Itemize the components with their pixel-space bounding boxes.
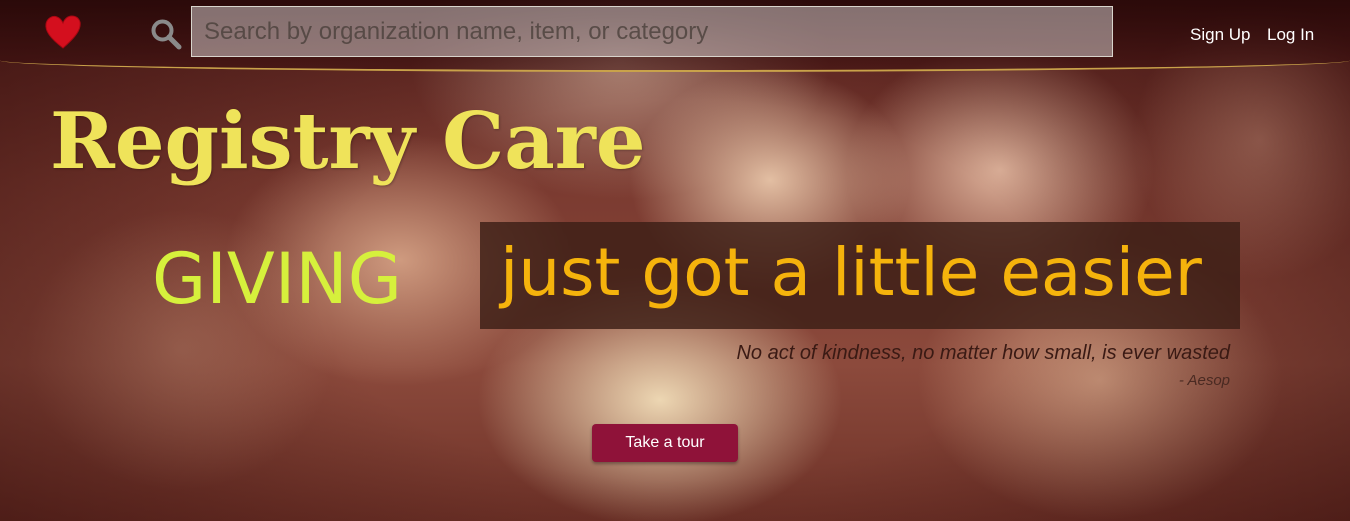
giving-headline: GIVING (152, 238, 403, 320)
heart-logo-icon[interactable] (44, 14, 82, 50)
tagline-banner: just got a little easier (480, 222, 1240, 329)
search-icon[interactable] (150, 18, 182, 50)
quote-author: - Aesop (1178, 372, 1230, 389)
search-input[interactable] (191, 6, 1113, 57)
log-in-link[interactable]: Log In (1267, 25, 1314, 45)
quote-text: No act of kindness, no matter how small,… (736, 342, 1230, 364)
take-a-tour-button[interactable]: Take a tour (592, 424, 738, 462)
brand-title: Registry Care (50, 96, 646, 187)
tagline-text: just got a little easier (500, 234, 1202, 311)
navbar: Sign Up Log In (0, 0, 1350, 72)
sign-up-link[interactable]: Sign Up (1190, 25, 1250, 45)
page: Sign Up Log In Registry Care GIVING just… (0, 0, 1350, 521)
